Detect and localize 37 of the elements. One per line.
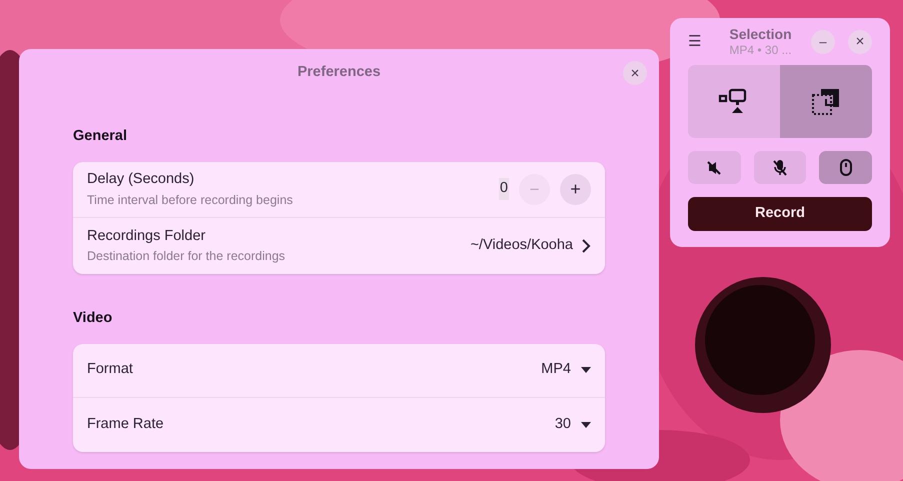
section-heading: General [73, 127, 128, 146]
dropdown-value[interactable]: MP4 [541, 359, 571, 381]
dropdown-arrow-icon [581, 367, 591, 373]
toggle-button[interactable] [819, 151, 872, 184]
capture-mode-button[interactable] [688, 65, 780, 138]
menu-icon[interactable]: ☰ [688, 30, 710, 54]
chevron-right-icon [581, 238, 591, 253]
recorder-title: Selection [729, 26, 792, 44]
toggle-button[interactable] [754, 151, 806, 184]
row-title: Delay (Seconds) [87, 170, 196, 189]
mouse-icon [840, 159, 852, 176]
row-subtitle: Destination folder for the recordings [87, 248, 286, 266]
close-button[interactable]: × [848, 30, 872, 54]
row-title: Frame Rate [87, 414, 165, 434]
record-button[interactable]: Record [688, 197, 872, 231]
row-subtitle: Time interval before recording begins [87, 192, 294, 209]
dropdown-value[interactable]: 30 [554, 414, 571, 436]
speaker-muted-icon [706, 160, 722, 176]
row-title: Format [87, 360, 134, 380]
settings-row[interactable]: Format MP4 [73, 344, 605, 398]
microphone-muted-icon [772, 158, 788, 176]
window-title: Preferences [297, 62, 381, 82]
minimize-button[interactable]: – [811, 30, 835, 54]
close-button[interactable]: × [623, 61, 647, 85]
folder-path: ~/Videos/Kooha [470, 236, 573, 255]
increase-button[interactable]: + [560, 174, 591, 205]
recorder-subtitle: MP4 • 30 ... [729, 43, 792, 58]
row-title: Recordings Folder [87, 226, 206, 246]
settings-row[interactable]: Frame Rate 30 [73, 398, 605, 452]
selection-icon [811, 86, 841, 116]
settings-row[interactable]: Recordings Folder Destination folder for the recordings ~/Videos/Kooha [73, 218, 605, 274]
capture-mode-button[interactable] [780, 65, 872, 138]
section-heading: Video [73, 308, 114, 328]
delay-value[interactable]: 0 [498, 178, 509, 200]
dropdown-arrow-icon [581, 422, 591, 428]
settings-row[interactable]: Delay (Seconds) Time interval before recording begins 0 − + [73, 162, 605, 218]
toggle-button[interactable] [688, 151, 741, 184]
